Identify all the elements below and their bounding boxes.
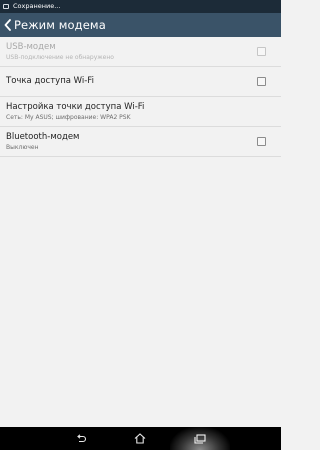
setting-title: Bluetooth-модем [6,132,80,142]
back-icon[interactable] [70,427,92,450]
status-bar: Сохранение... [0,0,281,13]
setting-title: USB-модем [6,42,56,52]
bluetooth-tethering-checkbox[interactable] [257,137,266,146]
setting-wifi-hotspot-setup[interactable]: Настройка точки доступа Wi-Fi Сеть: My A… [0,97,281,127]
setting-title: Точка доступа Wi-Fi [6,76,94,86]
action-bar: Режим модема [0,13,281,37]
status-text: Сохранение... [13,2,61,10]
setting-bluetooth-tethering[interactable]: Bluetooth-модем Выключен [0,127,281,157]
page-title[interactable]: Режим модема [14,18,106,32]
wifi-hotspot-checkbox[interactable] [257,77,266,86]
notification-icon [3,4,9,9]
settings-list: USB-модем USB-подключение не обнаружено … [0,37,281,157]
setting-usb-tethering[interactable]: USB-модем USB-подключение не обнаружено [0,37,281,67]
setting-title: Настройка точки доступа Wi-Fi [6,102,145,112]
recent-apps-icon[interactable] [189,427,211,450]
home-icon[interactable] [129,427,151,450]
setting-wifi-hotspot[interactable]: Точка доступа Wi-Fi [0,67,281,97]
setting-subtitle: Сеть: My ASUS; шифрование: WPA2 PSK [6,114,131,121]
usb-tethering-checkbox[interactable] [257,47,266,56]
navigation-bar [0,427,281,450]
setting-subtitle: Выключен [6,144,39,151]
chevron-left-icon[interactable] [2,13,14,37]
setting-subtitle: USB-подключение не обнаружено [6,54,114,61]
